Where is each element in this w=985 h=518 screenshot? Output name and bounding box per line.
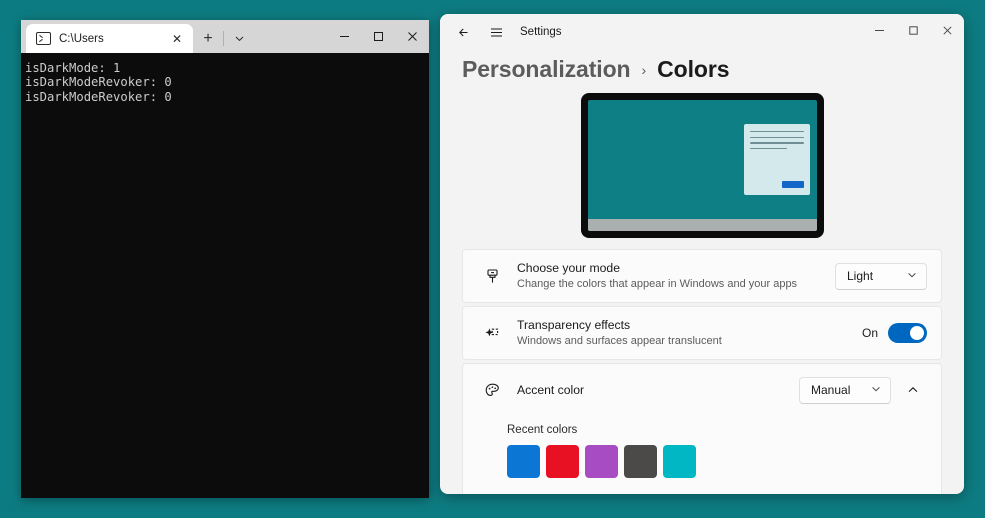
preview-text-line (749, 142, 804, 144)
preview-monitor-frame (580, 93, 824, 238)
recent-colors-label: Recent colors (507, 424, 578, 436)
maximize-icon[interactable] (361, 20, 395, 52)
terminal-window: C:\Users ✕ + isDarkMode: 1 isDarkModeRev… (21, 20, 429, 498)
color-swatch[interactable] (507, 445, 540, 478)
maximize-icon[interactable] (896, 14, 930, 46)
close-icon[interactable] (930, 14, 964, 46)
preview-text-line (749, 136, 804, 138)
palette-icon (479, 381, 505, 400)
choose-mode-dropdown[interactable]: Light (835, 262, 927, 290)
breadcrumb-separator: › (641, 61, 647, 78)
transparency-toggle[interactable] (888, 323, 927, 343)
terminal-output[interactable]: isDarkMode: 1 isDarkModeRevoker: 0 isDar… (21, 53, 429, 498)
breadcrumb-parent[interactable]: Personalization (462, 56, 631, 83)
preview-accent-button (781, 181, 804, 188)
accent-color-expanded-panel: Recent colors (463, 416, 941, 494)
recent-colors-swatches (507, 445, 925, 478)
setting-title: Choose your mode (517, 261, 620, 275)
choose-mode-card: Choose your mode Change the colors that … (462, 249, 942, 303)
close-icon[interactable] (395, 20, 429, 52)
color-swatch[interactable] (546, 445, 579, 478)
setting-row-transparency[interactable]: Transparency effects Windows and surface… (463, 307, 941, 359)
preview-text-line (749, 131, 804, 133)
setting-texts: Choose your mode Change the colors that … (517, 260, 835, 292)
close-icon[interactable]: ✕ (168, 30, 186, 48)
preview-text-line (749, 147, 788, 150)
settings-app-title: Settings (520, 26, 562, 38)
setting-texts: Transparency effects Windows and surface… (517, 317, 862, 349)
brush-icon (479, 267, 505, 286)
settings-window-controls (862, 14, 964, 50)
transparency-card: Transparency effects Windows and surface… (462, 306, 942, 360)
settings-content: Choose your mode Change the colors that … (440, 93, 964, 494)
terminal-output-line: isDarkModeRevoker: 0 (25, 75, 172, 90)
color-swatch[interactable] (663, 445, 696, 478)
breadcrumb: Personalization › Colors (440, 50, 964, 93)
terminal-icon (36, 32, 51, 45)
setting-row-choose-mode[interactable]: Choose your mode Change the colors that … (463, 250, 941, 302)
terminal-output-line: isDarkMode: 1 (25, 61, 121, 75)
terminal-output-line: isDarkModeRevoker: 0 (25, 89, 172, 104)
accent-color-mode-value: Manual (811, 383, 851, 397)
preview-screen (587, 100, 817, 231)
accent-color-collapse-button[interactable] (899, 376, 927, 404)
setting-row-accent-color[interactable]: Accent color Manual (463, 364, 941, 416)
setting-subtitle: Windows and surfaces appear translucent (517, 335, 722, 347)
toggle-state-label: On (861, 326, 878, 340)
new-tab-button[interactable]: + (193, 24, 223, 53)
terminal-titlebar[interactable]: C:\Users ✕ + (21, 20, 429, 53)
terminal-tab-title: C:\Users (59, 32, 104, 45)
color-swatch[interactable] (624, 445, 657, 478)
choose-mode-value: Light (847, 269, 874, 283)
chevron-down-icon (907, 270, 917, 282)
terminal-tab[interactable]: C:\Users ✕ (26, 24, 193, 53)
color-preview (462, 93, 942, 238)
settings-window: Settings Personalization › Colors Choose… (440, 14, 964, 494)
setting-texts: Accent color (517, 382, 799, 398)
setting-subtitle: Change the colors that appear in Windows… (517, 278, 798, 290)
minimize-icon[interactable] (327, 20, 361, 52)
setting-title: Accent color (517, 383, 585, 397)
back-button[interactable] (448, 17, 480, 47)
page-title: Colors (657, 56, 730, 82)
settings-titlebar: Settings (440, 14, 964, 50)
toggle-knob (910, 326, 924, 340)
accent-color-card: Accent color Manual Recent colors (462, 363, 942, 494)
desktop-background: C:\Users ✕ + isDarkMode: 1 isDarkModeRev… (0, 0, 985, 518)
hamburger-menu-icon[interactable] (480, 17, 512, 47)
transparency-sparkle-icon (479, 324, 505, 343)
chevron-down-icon (871, 384, 881, 396)
color-swatch[interactable] (585, 445, 618, 478)
chevron-down-icon[interactable] (224, 24, 254, 53)
preview-taskbar (587, 219, 817, 231)
accent-color-mode-dropdown[interactable]: Manual (799, 376, 891, 404)
transparency-toggle-group[interactable]: On (862, 323, 927, 343)
setting-title: Transparency effects (517, 318, 631, 332)
terminal-window-controls (327, 20, 429, 53)
minimize-icon[interactable] (862, 14, 896, 46)
preview-dialog-window (743, 124, 810, 195)
